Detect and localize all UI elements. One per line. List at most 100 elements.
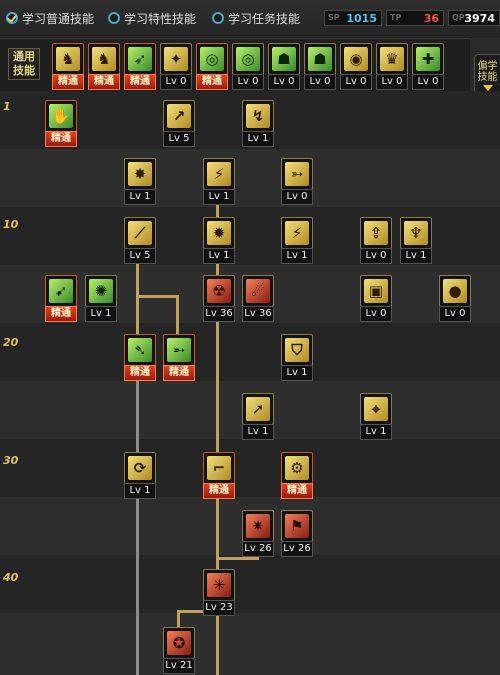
skill-slot[interactable]: ↗ — [163, 100, 195, 132]
skill-slot[interactable]: ✚ — [412, 43, 444, 75]
sit-rest-icon: ♞ — [92, 47, 116, 71]
skill-slot[interactable]: ♞ — [52, 43, 84, 75]
tab-label: 学习普通技能 — [22, 11, 95, 26]
skill-slot[interactable]: ✪ — [163, 627, 195, 659]
skill-slot[interactable]: ⟳ — [124, 452, 156, 484]
skill-level-label: Lv 0 — [360, 248, 392, 264]
skill-slot[interactable]: ◉ — [340, 43, 372, 75]
skill-level-label: Lv 0 — [232, 74, 264, 90]
shield-icon: ⛉ — [285, 338, 309, 362]
radio-icon — [212, 12, 224, 24]
common-skills-label: 通用 技能 — [8, 48, 40, 80]
tab-quest-skills[interactable]: 学习任务技能 — [212, 8, 300, 28]
summon-icon: ☗ — [308, 47, 332, 71]
level-row — [0, 439, 500, 497]
skill-slot[interactable]: ♞ — [88, 43, 120, 75]
qp-counter: QP 3974 — [448, 10, 500, 26]
skill-slot[interactable]: ✹ — [203, 217, 235, 249]
skill-level-label: Lv 0 — [360, 306, 392, 322]
tab-normal-skills[interactable]: 学习普通技能 — [6, 8, 94, 28]
mastered-badge: 精通 — [203, 483, 235, 499]
slash-icon: ⚡ — [207, 162, 231, 186]
tab-label: 学习任务技能 — [228, 11, 301, 26]
skill-slot[interactable]: ⚡ — [281, 217, 313, 249]
cannon-icon: ▣ — [364, 279, 388, 303]
basic-attack-icon: ✋ — [49, 104, 73, 128]
spark-icon: ⚡ — [285, 221, 309, 245]
skill-slot[interactable]: ♆ — [400, 217, 432, 249]
level-label: 1 — [3, 100, 11, 113]
sp-counter: SP 1015 — [324, 10, 382, 26]
tree-connector — [136, 378, 139, 675]
wings-icon: ✦ — [164, 47, 188, 71]
throw-icon: ↯ — [246, 104, 270, 128]
level-row — [0, 555, 500, 613]
skill-level-label: Lv 23 — [203, 600, 235, 616]
skill-slot[interactable]: ➴ — [124, 334, 156, 366]
rocket-icon: ➚ — [246, 397, 270, 421]
sit-rest-icon: ♞ — [56, 47, 80, 71]
level-label: 40 — [3, 571, 19, 584]
skill-slot[interactable]: ⌐ — [203, 452, 235, 484]
skill-slot[interactable]: ⛉ — [281, 334, 313, 366]
skill-slot[interactable]: ✦ — [160, 43, 192, 75]
skill-slot[interactable]: ➚ — [242, 393, 274, 425]
skill-slot[interactable]: ⌖ — [360, 393, 392, 425]
eye-icon: ◉ — [344, 47, 368, 71]
flame-icon: ☄ — [246, 279, 270, 303]
flamethrower-icon: ⚑ — [285, 514, 309, 538]
skill-level-label: Lv 0 — [412, 74, 444, 90]
skill-slot[interactable]: ✳ — [203, 569, 235, 601]
level-row — [0, 613, 500, 675]
skill-level-label: Lv 5 — [163, 131, 195, 147]
skill-slot[interactable]: ☗ — [268, 43, 300, 75]
skill-level-label: Lv 0 — [439, 306, 471, 322]
skill-level-label: Lv 1 — [242, 131, 274, 147]
skill-level-label: Lv 1 — [124, 189, 156, 205]
skill-slot[interactable]: ➵ — [163, 334, 195, 366]
skill-level-label: Lv 1 — [400, 248, 432, 264]
skill-level-label: Lv 0 — [304, 74, 336, 90]
skill-slot[interactable]: ⚑ — [281, 510, 313, 542]
skill-level-label: Lv 0 — [160, 74, 192, 90]
skill-slot[interactable]: ➳ — [281, 158, 313, 190]
dash-icon: ➶ — [128, 47, 152, 71]
revolver-icon: ⚙ — [285, 456, 309, 480]
skill-slot[interactable]: ↯ — [242, 100, 274, 132]
level-row — [0, 323, 500, 381]
sp-value: 1015 — [346, 11, 377, 25]
skill-slot[interactable]: ⚙ — [281, 452, 313, 484]
mastered-badge: 精通 — [88, 74, 120, 90]
skill-slot[interactable]: ✋ — [45, 100, 77, 132]
skill-slot[interactable]: ● — [439, 275, 471, 307]
skill-slot[interactable]: ✷ — [242, 510, 274, 542]
skill-slot[interactable]: ⟋ — [124, 217, 156, 249]
skill-slot[interactable]: ➹ — [45, 275, 77, 307]
skill-slot[interactable]: ⚡ — [203, 158, 235, 190]
target-icon: ◎ — [200, 47, 224, 71]
kick-icon: ➴ — [128, 338, 152, 362]
skill-slot[interactable]: ☢ — [203, 275, 235, 307]
skill-slot[interactable]: ◎ — [232, 43, 264, 75]
skill-slot[interactable]: ☗ — [304, 43, 336, 75]
skill-slot[interactable]: ☄ — [242, 275, 274, 307]
skill-slot[interactable]: ✸ — [124, 158, 156, 190]
skill-slot[interactable]: ◎ — [196, 43, 228, 75]
skill-slot[interactable]: ▣ — [360, 275, 392, 307]
skill-slot[interactable]: ♛ — [376, 43, 408, 75]
skill-level-label: Lv 1 — [203, 189, 235, 205]
buff-icon: ✚ — [416, 47, 440, 71]
summon-icon: ☗ — [272, 47, 296, 71]
skill-slot[interactable]: ➶ — [124, 43, 156, 75]
mech-icon: ☢ — [207, 279, 231, 303]
level-label: 30 — [3, 454, 19, 467]
skill-slot[interactable]: ✺ — [85, 275, 117, 307]
skill-level-label: Lv 0 — [340, 74, 372, 90]
skill-level-label: Lv 36 — [242, 306, 274, 322]
skill-slot[interactable]: ⇪ — [360, 217, 392, 249]
tab-trait-skills[interactable]: 学习特性技能 — [108, 8, 196, 28]
grenade-icon: ● — [443, 279, 467, 303]
radio-icon — [108, 12, 120, 24]
skill-level-label: Lv 26 — [242, 541, 274, 557]
mark-icon: ⇪ — [364, 221, 388, 245]
